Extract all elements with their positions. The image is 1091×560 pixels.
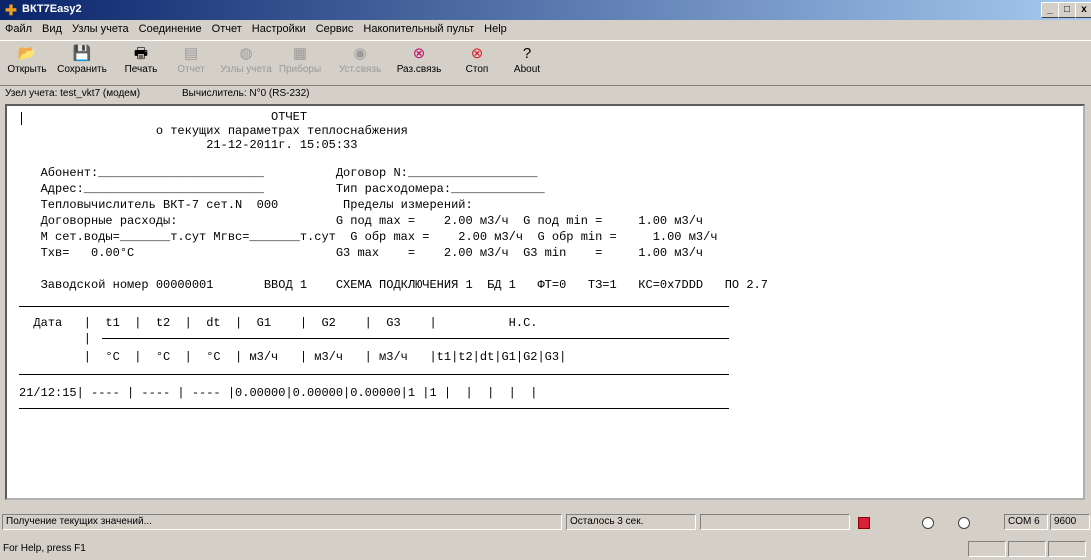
status-message: Получение текущих значений... <box>2 514 562 530</box>
print-button[interactable]: 🖶 Печать <box>117 44 165 82</box>
table-rule <box>19 306 729 307</box>
minimize-button[interactable]: _ <box>1041 2 1059 18</box>
status-port: COM 6 <box>1004 514 1048 530</box>
devices-button[interactable]: ▦ Приборы <box>278 44 322 82</box>
maximize-button[interactable]: □ <box>1058 2 1076 18</box>
close-button[interactable]: x <box>1075 2 1091 18</box>
report-line: ОТЧЕТ <box>19 110 308 124</box>
tx-indicator-icon <box>958 517 970 529</box>
status-indicator-panel <box>1048 541 1086 557</box>
save-label: Сохранить <box>57 64 107 75</box>
title-bar: ✚ ВКТ7Easy2 _ □ x <box>0 0 1091 20</box>
report-view[interactable]: ОТЧЕТ о текущих параметрах теплоснабжени… <box>5 104 1085 500</box>
table-rule <box>19 374 729 375</box>
help-bar: For Help, press F1 <box>0 538 1091 560</box>
app-icon: ✚ <box>5 2 17 18</box>
menu-report[interactable]: Отчет <box>207 20 247 38</box>
status-remaining: Осталось 3 сек. <box>566 514 696 530</box>
report-label: Отчет <box>177 64 205 75</box>
report-line: о текущих параметрах теплоснабжения <box>19 124 408 138</box>
disconnect-icon: ⊗ <box>412 45 426 62</box>
window-title: ВКТ7Easy2 <box>22 3 82 15</box>
table-row: 21/12:15| ---- | ---- | ---- |0.00000|0.… <box>19 386 538 400</box>
open-label: Открыть <box>7 64 47 75</box>
report-line: M сет.воды=_______т.сут Mгвс=_______т.су… <box>19 230 718 244</box>
devices-label: Приборы <box>278 64 322 75</box>
calculator-info: Вычислитель: N°0 (RS-232) <box>182 88 310 99</box>
menu-connection[interactable]: Соединение <box>134 20 207 38</box>
stop-button[interactable]: ⊗ Стоп <box>456 44 498 82</box>
report-line: Tхв= 0.00°C G3 max = 2.00 м3/ч G3 min = … <box>19 246 704 260</box>
menu-help[interactable]: Help <box>479 20 512 38</box>
save-disk-icon: 💾 <box>72 45 92 62</box>
report-button[interactable]: ▤ Отчет <box>171 44 211 82</box>
menu-file[interactable]: Файл <box>0 20 37 38</box>
nodes-button[interactable]: ◍ Узлы учета <box>216 44 276 82</box>
connect-label: Уст.связь <box>338 64 382 75</box>
report-line: Адрес:_________________________ Тип расх… <box>19 182 545 196</box>
report-line: Абонент:_______________________ Договор … <box>19 166 538 180</box>
report-line: Договорные расходы: G под max = 2.00 м3/… <box>19 214 704 228</box>
help-question-icon: ? <box>522 45 532 62</box>
menu-nodes[interactable]: Узлы учета <box>67 20 134 38</box>
help-text: For Help, press F1 <box>3 543 86 554</box>
table-rule <box>19 408 729 409</box>
status-baud: 9600 <box>1050 514 1090 530</box>
disconnect-button[interactable]: ⊗ Раз.связь <box>392 44 446 82</box>
menu-bar: Файл Вид Узлы учета Соединение Отчет Настройк… <box>0 20 1091 40</box>
menu-accumulator[interactable]: Накопительный пульт <box>358 20 479 38</box>
devices-icon: ▦ <box>292 45 308 62</box>
table-header: Дата | t1 | t2 | dt | G1 | G2 | G3 | Н.С… <box>19 316 538 330</box>
report-line: 21-12-2011г. 15:05:33 <box>19 138 358 152</box>
report-line: Заводской номер 00000001 ВВОД 1 СХЕМА ПО… <box>19 278 768 292</box>
menu-service[interactable]: Сервис <box>311 20 359 38</box>
table-separator: | <box>19 332 92 346</box>
rx-indicator-icon <box>922 517 934 529</box>
nodes-label: Узлы учета <box>220 64 272 75</box>
status-indicator-panel <box>968 541 1006 557</box>
report-line: Тепловычислитель ВКТ-7 сет.N 000 Пределы… <box>19 198 473 212</box>
open-button[interactable]: 📂 Открыть <box>4 44 50 82</box>
nodes-icon: ◍ <box>239 45 253 62</box>
print-label: Печать <box>124 64 158 75</box>
node-info: Узел учета: test_vkt7 (модем) <box>5 88 141 99</box>
info-bar: Узел учета: test_vkt7 (модем) Вычислител… <box>0 86 1091 102</box>
stop-label: Стоп <box>465 64 489 75</box>
table-rule <box>102 338 729 339</box>
report-icon: ▤ <box>183 45 199 62</box>
toolbar: 📂 Открыть 💾 Сохранить 🖶 Печать ▤ Отчет ◍… <box>0 40 1091 86</box>
disconnect-label: Раз.связь <box>396 64 442 75</box>
connect-icon: ◉ <box>353 45 367 62</box>
open-folder-icon: 📂 <box>17 45 37 62</box>
printer-icon: 🖶 <box>133 45 149 62</box>
connect-button[interactable]: ◉ Уст.связь <box>334 44 386 82</box>
menu-view[interactable]: Вид <box>37 20 67 38</box>
stop-icon: ⊗ <box>470 45 484 62</box>
status-empty-panel <box>700 514 850 530</box>
error-indicator-icon <box>858 517 870 529</box>
table-units: | °C | °C | °C | м3/ч | м3/ч | м3/ч |t1|… <box>19 350 567 364</box>
about-label: About <box>513 64 541 75</box>
menu-settings[interactable]: Настройки <box>247 20 311 38</box>
save-button[interactable]: 💾 Сохранить <box>52 44 112 82</box>
about-button[interactable]: ? About <box>505 44 549 82</box>
status-indicator-panel <box>1008 541 1046 557</box>
